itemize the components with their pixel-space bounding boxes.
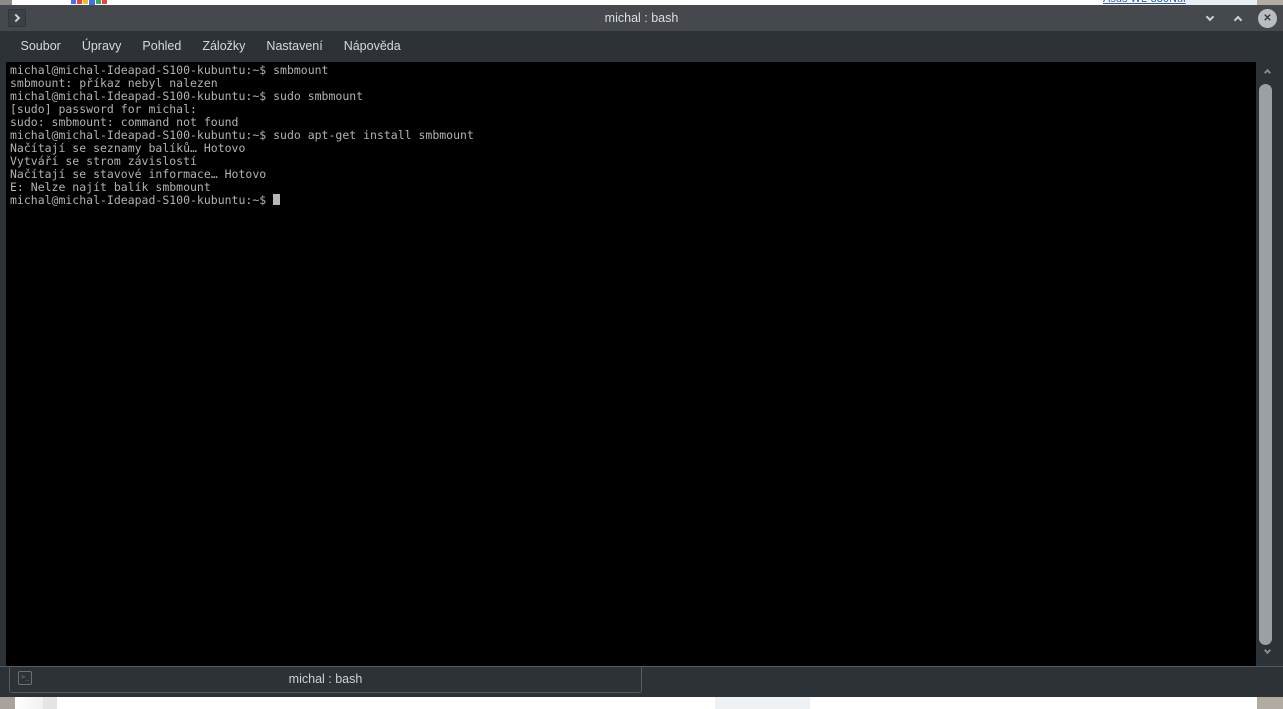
google-letter (102, 0, 107, 4)
tab-bar: >_ michal : bash (0, 666, 1283, 697)
terminal-cursor (273, 194, 281, 205)
terminal-prompt: michal@michal-Ideapad-S100-kubuntu:~$ (10, 193, 274, 207)
menu-item[interactable]: Nastavení (256, 31, 333, 62)
maximize-button[interactable] (1230, 10, 1246, 26)
terminal-lines: michal@michal-Ideapad-S100-kubuntu:~$ sm… (10, 64, 1256, 194)
tab-label: michal : bash (288, 672, 363, 686)
desktop: Asus WL-330Nul michal : bash ✕ SouborÚpr… (0, 0, 1283, 709)
background-block (0, 697, 15, 709)
menu-item[interactable]: Soubor (10, 31, 71, 62)
scroll-down-icon[interactable] (1263, 646, 1272, 655)
background-window-bottom (0, 697, 1283, 709)
menu-item[interactable]: Pohled (132, 31, 192, 62)
google-letter (96, 0, 101, 4)
titlebar[interactable]: michal : bash ✕ (0, 5, 1283, 31)
menu-item[interactable]: Úpravy (71, 31, 132, 62)
background-block (43, 697, 57, 709)
minimize-button[interactable] (1202, 10, 1218, 26)
scroll-up-icon[interactable] (1263, 68, 1272, 77)
terminal-view[interactable]: michal@michal-Ideapad-S100-kubuntu:~$ sm… (0, 62, 1283, 666)
terminal-output: michal@michal-Ideapad-S100-kubuntu:~$ sm… (6, 62, 1256, 207)
scrollbar-thumb[interactable] (1259, 84, 1272, 645)
google-letter (77, 0, 82, 4)
chevron-up-icon (1233, 15, 1243, 24)
konsole-window: michal : bash ✕ Soubor Úpravy Pohled Záložk… (0, 5, 1283, 697)
background-block (1257, 697, 1283, 709)
menu-item[interactable]: Záložky (192, 31, 256, 62)
window-controls: ✕ (1202, 5, 1277, 31)
background-block (15, 697, 43, 709)
background-block (715, 697, 810, 709)
close-icon: ✕ (1263, 12, 1272, 24)
terminal-screen[interactable]: michal@michal-Ideapad-S100-kubuntu:~$ sm… (6, 62, 1256, 666)
tab-michal-bash[interactable]: >_ michal : bash (9, 667, 642, 693)
google-letter (71, 0, 76, 4)
chevron-down-icon (1205, 12, 1215, 21)
window-title: michal : bash (604, 11, 679, 25)
menu-bar: Soubor Úpravy Pohled Záložky Nastavení Nápově… (0, 31, 1283, 62)
scrollbar[interactable] (1256, 62, 1283, 666)
close-button[interactable]: ✕ (1258, 8, 1277, 28)
menu-item[interactable]: Nápověda (333, 31, 411, 62)
google-letter (83, 0, 88, 4)
